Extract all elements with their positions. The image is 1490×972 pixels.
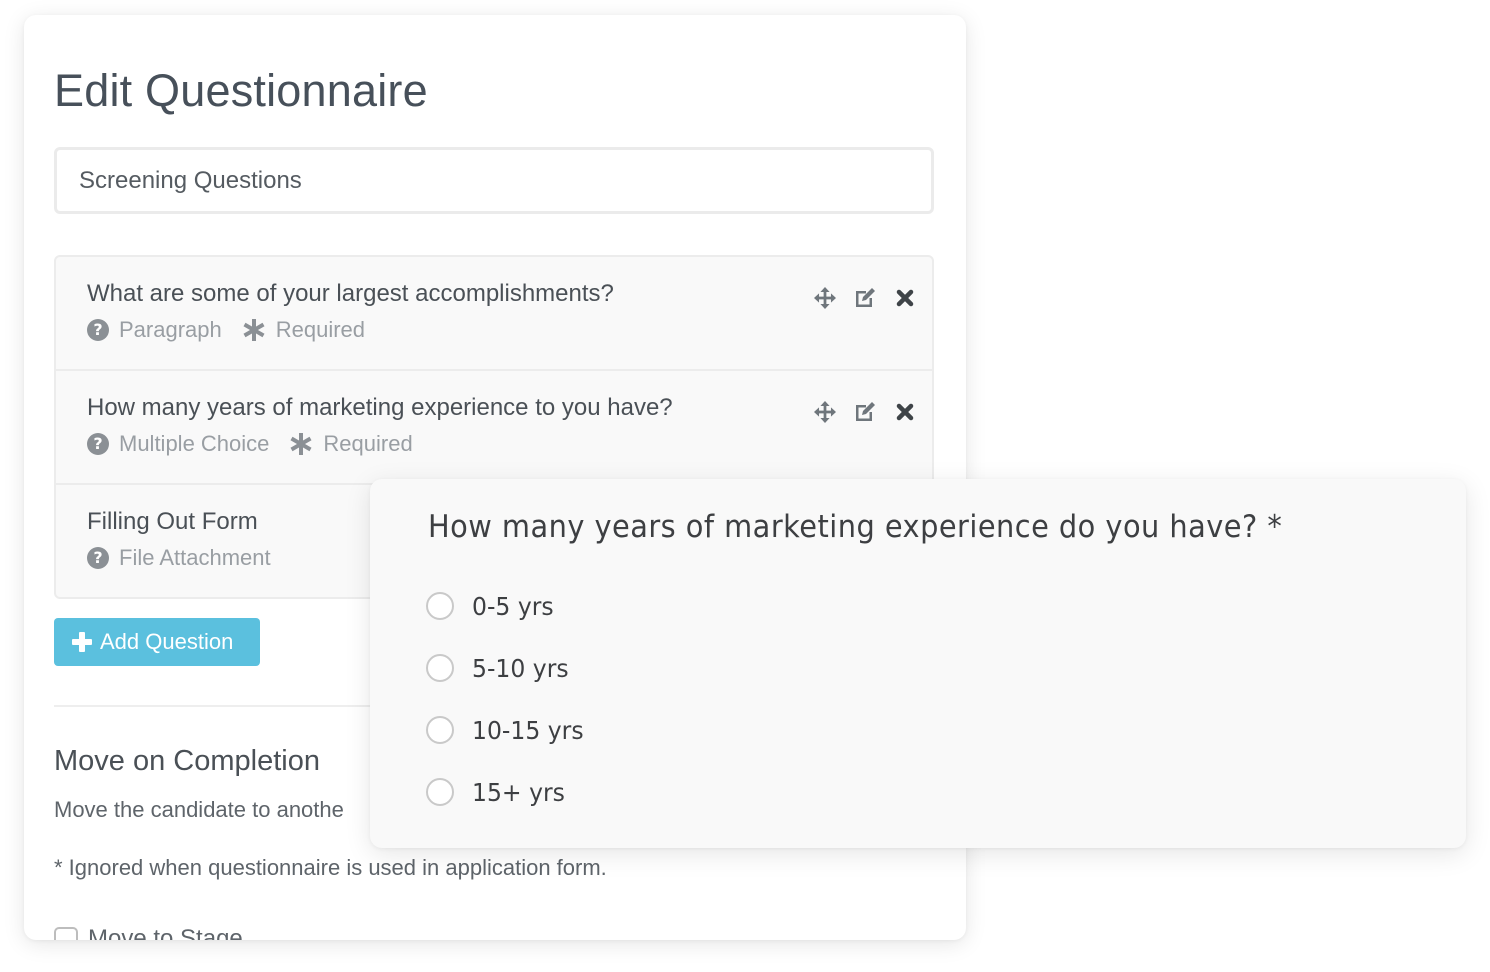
question-type-label: Paragraph bbox=[119, 317, 222, 342]
radio-button[interactable] bbox=[426, 716, 454, 744]
section-description: Move the candidate to anothe bbox=[54, 797, 344, 822]
plus-icon bbox=[72, 632, 92, 652]
row-actions bbox=[798, 285, 918, 311]
question-circle-icon: ? bbox=[87, 319, 109, 341]
radio-button[interactable] bbox=[426, 592, 454, 620]
option-label: 0-5 yrs bbox=[472, 591, 554, 621]
required-label: Required bbox=[275, 317, 366, 342]
add-question-button[interactable]: Add Question bbox=[54, 618, 260, 666]
question-meta: ? Multiple Choice Required bbox=[87, 429, 932, 459]
question-row[interactable]: What are some of your largest accomplish… bbox=[56, 257, 932, 371]
radio-button[interactable] bbox=[426, 778, 454, 806]
move-icon[interactable] bbox=[812, 285, 838, 311]
required-badge: Required bbox=[242, 315, 365, 345]
option-radio[interactable]: 0-5 yrs bbox=[426, 575, 591, 637]
question-type-label: Multiple Choice bbox=[119, 431, 270, 456]
question-type-label: File Attachment bbox=[119, 545, 271, 570]
option-radio[interactable]: 5-10 yrs bbox=[426, 637, 591, 699]
question-circle-icon: ? bbox=[87, 433, 109, 455]
checkbox[interactable] bbox=[54, 927, 78, 940]
required-label: Required bbox=[323, 431, 413, 456]
required-badge: Required bbox=[289, 429, 413, 459]
option-radio[interactable]: 10-15 yrs bbox=[426, 699, 591, 761]
option-label: 15+ yrs bbox=[472, 777, 565, 807]
move-icon[interactable] bbox=[812, 399, 838, 425]
move-to-stage-checkbox[interactable]: Move to Stage bbox=[54, 925, 243, 940]
question-type: ? Multiple Choice bbox=[87, 429, 269, 459]
edit-icon[interactable] bbox=[852, 285, 878, 311]
row-actions bbox=[798, 399, 918, 425]
asterisk-icon bbox=[243, 319, 265, 341]
radio-button[interactable] bbox=[426, 654, 454, 682]
question-circle-icon: ? bbox=[87, 547, 109, 569]
option-radio[interactable]: 15+ yrs bbox=[426, 761, 591, 823]
question-row[interactable]: How many years of marketing experience t… bbox=[56, 371, 932, 485]
question-type: ? File Attachment bbox=[87, 543, 271, 573]
questionnaire-name-input[interactable] bbox=[54, 147, 934, 214]
option-label: 10-15 yrs bbox=[472, 715, 584, 745]
question-type: ? Paragraph bbox=[87, 315, 222, 345]
add-question-label: Add Question bbox=[100, 629, 234, 654]
option-label: 5-10 yrs bbox=[472, 653, 569, 683]
preview-options: 0-5 yrs 5-10 yrs 10-15 yrs 15+ yrs bbox=[426, 575, 591, 823]
checkbox-label: Move to Stage bbox=[88, 925, 243, 940]
delete-icon[interactable] bbox=[892, 285, 918, 311]
page-title: Edit Questionnaire bbox=[54, 65, 428, 116]
question-meta: ? Paragraph Required bbox=[87, 315, 932, 345]
question-preview-card: How many years of marketing experience d… bbox=[370, 479, 1466, 848]
section-title: Move on Completion bbox=[54, 745, 320, 777]
section-note: * Ignored when questionnaire is used in … bbox=[54, 855, 607, 880]
asterisk-icon bbox=[290, 433, 312, 455]
delete-icon[interactable] bbox=[892, 399, 918, 425]
preview-question: How many years of marketing experience d… bbox=[428, 509, 1283, 545]
edit-icon[interactable] bbox=[852, 399, 878, 425]
